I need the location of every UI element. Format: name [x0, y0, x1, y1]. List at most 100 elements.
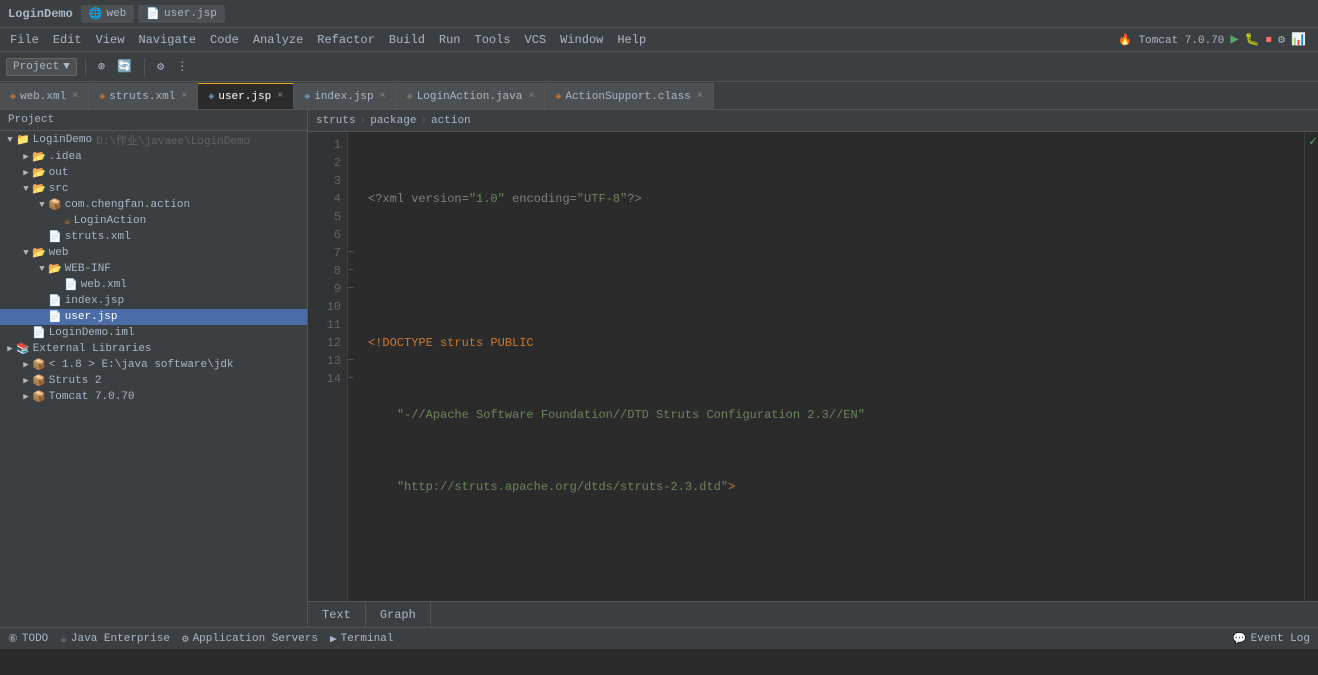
line-num-9: 9	[308, 280, 341, 298]
tab-loginaction[interactable]: ◈ LoginAction.java ×	[397, 83, 546, 109]
tab-text[interactable]: Text	[308, 602, 366, 627]
stop-button[interactable]: ⏹	[1266, 33, 1272, 47]
menu-view[interactable]: View	[90, 33, 131, 47]
run-dashboard-button[interactable]: 📊	[1291, 32, 1306, 47]
fold-8[interactable]: −	[348, 262, 360, 280]
menu-run[interactable]: Run	[433, 33, 467, 47]
project-dropdown[interactable]: Project ▼	[6, 58, 77, 76]
xml-icon: ◈	[10, 91, 16, 103]
close-web-xml[interactable]: ×	[72, 91, 78, 102]
java-file-icon: ☕	[64, 214, 71, 228]
tree-item-external[interactable]: ▶ 📚 External Libraries	[0, 341, 307, 357]
fold-13[interactable]: −	[348, 352, 360, 370]
tree-arrow-jdk: ▶	[20, 360, 32, 370]
tree-label-src: src	[49, 183, 69, 195]
code-content[interactable]: <?xml version="1.0" encoding="UTF-8"?> <…	[360, 132, 1304, 601]
sync-button[interactable]: 🔄	[113, 57, 136, 76]
editor-area: struts › package › action 1 2 3 4 5 6 7 …	[308, 110, 1318, 627]
tree-item-src[interactable]: ▼ 📂 src	[0, 181, 307, 197]
tree-item-iml[interactable]: ▶ 📄 LoginDemo.iml	[0, 325, 307, 341]
menu-window[interactable]: Window	[554, 33, 609, 47]
tree-item-out[interactable]: ▶ 📂 out	[0, 165, 307, 181]
menu-analyze[interactable]: Analyze	[247, 33, 309, 47]
xml-pi: <?xml version=	[368, 190, 469, 208]
close-loginaction[interactable]: ×	[528, 91, 534, 102]
tree-item-loginaction[interactable]: ▶ ☕ LoginAction	[0, 213, 307, 229]
debug-button[interactable]: 🐛	[1245, 32, 1260, 47]
tree-item-web[interactable]: ▼ 📂 web	[0, 245, 307, 261]
title-bar: LoginDemo 🌐 web 📄 user.jsp	[0, 0, 1318, 28]
menu-edit[interactable]: Edit	[47, 33, 88, 47]
toolbar-separator-2	[144, 58, 145, 76]
code-line-2	[368, 262, 1296, 280]
tab-index-jsp[interactable]: ◈ index.jsp ×	[294, 83, 396, 109]
breadcrumb-action[interactable]: action	[431, 115, 471, 127]
app-name: LoginDemo	[8, 7, 73, 21]
tomcat-icon: 📦	[32, 390, 46, 404]
title-tab-web[interactable]: 🌐 web	[81, 5, 135, 23]
status-todo[interactable]: ⑥ TODO	[8, 632, 48, 646]
ext-libs-icon: 📚	[16, 342, 30, 356]
tree-item-idea[interactable]: ▶ 📂 .idea	[0, 149, 307, 165]
tree-arrow-action: ▼	[36, 200, 48, 210]
tree-arrow-tomcat: ▶	[20, 392, 32, 402]
tree-item-struts2[interactable]: ▶ 📦 Struts 2	[0, 373, 307, 389]
struts2-icon: 📦	[32, 374, 46, 388]
more-settings-button[interactable]: ⚙	[1278, 32, 1285, 47]
status-event-log[interactable]: 💬 Event Log	[1233, 632, 1310, 646]
tree-item-jdk[interactable]: ▶ 📦 < 1.8 > E:\java software\jdk	[0, 357, 307, 373]
tab-user-jsp[interactable]: ◈ user.jsp ×	[198, 83, 294, 109]
new-button[interactable]: ⊕	[94, 57, 109, 76]
code-area[interactable]: 1 2 3 4 5 6 7 8 9 10 11 12 13 14	[308, 132, 1318, 601]
status-terminal[interactable]: ▶ Terminal	[330, 632, 393, 646]
tree-label-iml: LoginDemo.iml	[49, 327, 135, 339]
fold-4	[348, 190, 360, 208]
app-servers-icon: ⚙	[182, 632, 189, 646]
tree-item-userjsp[interactable]: ▶ 📄 user.jsp	[0, 309, 307, 325]
status-java-enterprise[interactable]: ☕ Java Enterprise	[60, 632, 170, 646]
more-button[interactable]: ⋮	[172, 57, 192, 76]
tree-item-webxml[interactable]: ▶ 📄 web.xml	[0, 277, 307, 293]
tree-item-tomcat[interactable]: ▶ 📦 Tomcat 7.0.70	[0, 389, 307, 405]
tree-label-loginaction: LoginAction	[74, 215, 147, 227]
code-line-6	[368, 550, 1296, 568]
menu-build[interactable]: Build	[383, 33, 431, 47]
close-actionsupport[interactable]: ×	[697, 91, 703, 102]
folder-src-icon: 📂	[32, 182, 46, 196]
close-struts-xml[interactable]: ×	[181, 91, 187, 102]
menu-refactor[interactable]: Refactor	[311, 33, 381, 47]
close-index-jsp[interactable]: ×	[380, 91, 386, 102]
menu-vcs[interactable]: VCS	[519, 33, 553, 47]
fold-1	[348, 136, 360, 154]
jdk-icon: 📦	[32, 358, 46, 372]
tab-actionsupport[interactable]: ◈ ActionSupport.class ×	[545, 83, 713, 109]
web-icon: 🌐	[89, 7, 103, 21]
fold-7[interactable]: −	[348, 244, 360, 262]
tree-item-indexjsp[interactable]: ▶ 📄 index.jsp	[0, 293, 307, 309]
tab-graph[interactable]: Graph	[366, 602, 431, 627]
code-line-3: <!DOCTYPE struts PUBLIC	[368, 334, 1296, 352]
status-app-servers[interactable]: ⚙ Application Servers	[182, 632, 318, 646]
tree-item-action-pkg[interactable]: ▼ 📦 com.chengfan.action	[0, 197, 307, 213]
tree-label-tomcat: Tomcat 7.0.70	[49, 391, 135, 403]
tree-item-struts-xml[interactable]: ▶ 📄 struts.xml	[0, 229, 307, 245]
close-user-jsp[interactable]: ×	[277, 91, 283, 102]
menu-code[interactable]: Code	[204, 33, 245, 47]
menu-tools[interactable]: Tools	[469, 33, 517, 47]
tab-web-xml[interactable]: ◈ web.xml ×	[0, 83, 89, 109]
folder-web-icon: 📂	[32, 246, 46, 260]
breadcrumb-package[interactable]: package	[370, 115, 416, 127]
tree-item-logindemo[interactable]: ▼ 📁 LoginDemo D:\作业\javaee\LoginDemo	[0, 131, 307, 149]
settings-button[interactable]: ⚙	[153, 57, 168, 76]
menu-help[interactable]: Help	[611, 33, 652, 47]
menu-file[interactable]: File	[4, 33, 45, 47]
title-tab-userjsp[interactable]: 📄 user.jsp	[138, 5, 225, 23]
menu-navigate[interactable]: Navigate	[132, 33, 202, 47]
fold-9[interactable]: −	[348, 280, 360, 298]
run-button[interactable]: ▶	[1230, 31, 1238, 48]
breadcrumb-struts[interactable]: struts	[316, 115, 356, 127]
tree-item-webinf[interactable]: ▼ 📂 WEB-INF	[0, 261, 307, 277]
fold-14[interactable]: −	[348, 370, 360, 388]
tree-label-idea: .idea	[49, 151, 82, 163]
tab-struts-xml[interactable]: ◈ struts.xml ×	[89, 83, 198, 109]
